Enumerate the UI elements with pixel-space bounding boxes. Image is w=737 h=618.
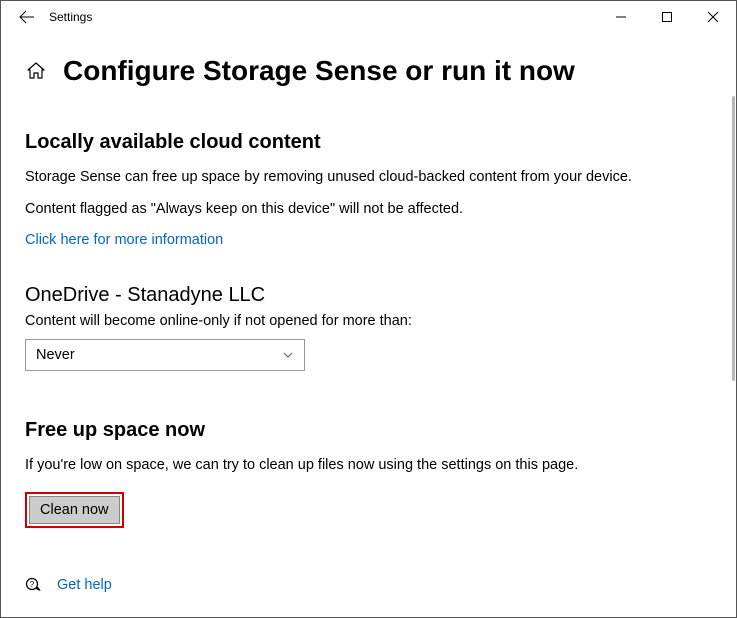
cloud-description-1: Storage Sense can free up space by remov… — [25, 168, 712, 188]
cloud-section-heading: Locally available cloud content — [25, 131, 712, 154]
freeup-section-heading: Free up space now — [25, 419, 712, 442]
page-title: Configure Storage Sense or run it now — [63, 55, 575, 87]
threshold-label: Content will become online-only if not o… — [25, 313, 712, 329]
svg-text:?: ? — [30, 580, 35, 589]
threshold-value: Never — [36, 347, 75, 363]
cloud-description-2: Content flagged as "Always keep on this … — [25, 200, 712, 220]
titlebar: Settings — [1, 1, 736, 33]
help-icon: ? — [25, 576, 43, 594]
close-button[interactable] — [690, 1, 736, 33]
maximize-icon — [662, 12, 672, 22]
minimize-icon — [616, 12, 626, 22]
maximize-button[interactable] — [644, 1, 690, 33]
arrow-left-icon — [19, 9, 35, 25]
onedrive-account-heading: OneDrive - Stanadyne LLC — [25, 284, 712, 307]
page-header: Configure Storage Sense or run it now — [25, 55, 712, 87]
page-content: Configure Storage Sense or run it now Lo… — [1, 33, 736, 594]
close-icon — [708, 12, 718, 22]
back-button[interactable] — [11, 1, 43, 33]
clean-now-button[interactable]: Clean now — [29, 496, 120, 524]
clean-now-highlight: Clean now — [25, 492, 124, 528]
chevron-down-icon — [282, 349, 294, 361]
help-row: ? Get help — [25, 576, 712, 594]
more-info-link[interactable]: Click here for more information — [25, 232, 223, 248]
scrollbar[interactable] — [732, 96, 735, 381]
get-help-link[interactable]: Get help — [57, 577, 112, 593]
minimize-button[interactable] — [598, 1, 644, 33]
window-controls — [598, 1, 736, 33]
threshold-dropdown[interactable]: Never — [25, 339, 305, 371]
home-icon[interactable] — [25, 60, 47, 82]
window-title: Settings — [49, 10, 92, 24]
freeup-description: If you're low on space, we can try to cl… — [25, 456, 712, 476]
